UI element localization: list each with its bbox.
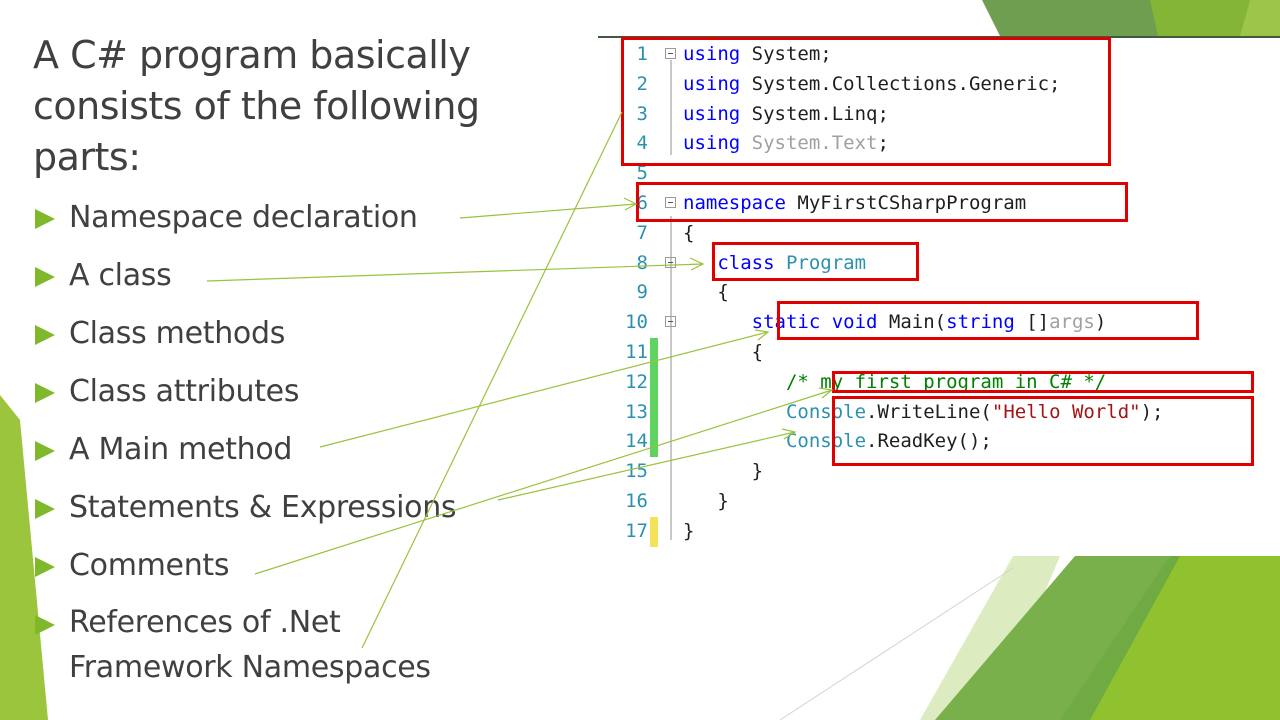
change-marker [650,367,658,398]
triangle-bullet-icon [35,557,55,577]
bullet-label: Namespace declaration [69,200,418,235]
triangle-bullet-icon [35,209,55,229]
triangle-bullet-icon [35,441,55,461]
collapse-icon[interactable] [665,316,676,328]
highlight-comment [832,371,1254,393]
slide-title: A C# program basically consists of the f… [33,33,480,179]
highlight-usings [621,37,1111,166]
code-text: } [683,489,729,512]
line-number: 12 [625,370,648,393]
line-number: 8 [636,251,648,274]
triangle-bullet-icon [35,383,55,403]
bullet-main-method: A Main method [33,426,509,484]
highlight-main-method [777,301,1199,340]
bullet-net-references: References of .Net Framework Namespaces [33,600,509,685]
change-marker [650,427,658,458]
bullet-label: A class [69,258,172,293]
highlight-statements [832,396,1254,466]
code-text: } [683,519,695,542]
triangle-bullet-icon [35,615,55,635]
bullet-a-class: A class [33,252,509,310]
bullet-list: Namespace declaration A class Class meth… [33,194,509,685]
bullet-label: Comments [69,548,230,583]
bullet-class-methods: Class methods [33,310,509,368]
line-number: 7 [636,221,648,244]
change-marker [650,397,658,428]
bullet-statements-expressions: Statements & Expressions [33,484,509,542]
triangle-bullet-icon [35,499,55,519]
highlight-class [712,242,919,281]
bullet-label: Class methods [69,316,286,351]
bullet-class-attributes: Class attributes [33,368,509,426]
line-number: 17 [625,519,648,542]
code-text: { [683,281,729,304]
change-marker [650,337,658,368]
line-number: 11 [625,340,648,363]
highlight-namespace [636,182,1128,222]
bullet-label: Class attributes [69,374,300,409]
top-right-shard-2 [1150,0,1250,36]
line-number: 16 [625,489,648,512]
bullet-namespace-declaration: Namespace declaration [33,194,509,252]
change-marker [650,516,658,547]
line-number: 10 [625,311,648,334]
bullet-label: Statements & Expressions [69,490,457,525]
bullet-comments: Comments [33,542,509,600]
line-number: 15 [625,460,648,483]
triangle-bullet-icon [35,267,55,287]
bullet-label: References of .Net Framework Namespaces [69,605,431,685]
bullet-label: A Main method [69,432,293,467]
triangle-bullet-icon [35,325,55,345]
code-text: } [683,460,764,483]
code-text: { [683,221,695,244]
line-number: 14 [625,430,648,453]
code-text: { [683,340,764,363]
line-number: 13 [625,400,648,423]
line-number: 9 [636,281,648,304]
collapse-icon[interactable] [665,256,676,268]
